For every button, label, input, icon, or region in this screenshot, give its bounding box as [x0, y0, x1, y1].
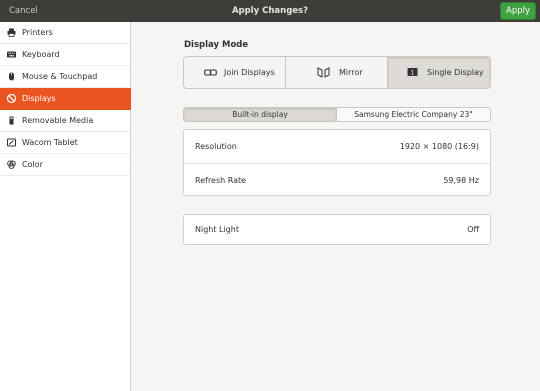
join-displays-icon [204, 69, 217, 76]
mirror-button[interactable]: Mirror [286, 57, 388, 88]
sidebar-item-keyboard[interactable]: Keyboard [0, 44, 131, 66]
mouse-icon [9, 72, 14, 81]
svg-text:1: 1 [411, 69, 415, 76]
header-bar: Cancel Apply Changes? Apply [0, 0, 540, 22]
resolution-row[interactable]: Resolution 1920 × 1080 (16:9) [184, 130, 490, 163]
display-settings-card: Resolution 1920 × 1080 (16:9) Refresh Ra… [183, 129, 491, 196]
sidebar-item-label: Displays [22, 94, 56, 103]
night-light-card: Night Light Off [183, 214, 491, 245]
sidebar-item-displays[interactable]: Displays [0, 88, 131, 110]
refresh-rate-label: Refresh Rate [195, 176, 247, 185]
sidebar-item-label: Wacom Tablet [22, 138, 78, 147]
refresh-rate-row[interactable]: Refresh Rate 59,98 Hz [184, 163, 490, 196]
sidebar-item-label: Printers [22, 28, 53, 37]
night-light-row[interactable]: Night Light Off [184, 215, 490, 244]
removable-media-icon [9, 116, 14, 125]
join-displays-button[interactable]: Join Displays [184, 57, 286, 88]
tablet-icon [7, 138, 16, 147]
mirror-icon [317, 67, 330, 78]
mirror-label: Mirror [339, 68, 363, 77]
tab-built-in-display[interactable]: Built-in display [184, 108, 336, 121]
sidebar: Printers Keyboard Mouse & Touchpad Displ… [0, 22, 131, 391]
night-light-value: Off [467, 225, 479, 234]
single-display-icon: 1 [407, 68, 418, 76]
sidebar-item-printers[interactable]: Printers [0, 22, 131, 44]
sidebar-item-label: Mouse & Touchpad [22, 72, 98, 81]
cancel-button[interactable]: Cancel [9, 6, 38, 16]
sidebar-item-label: Color [22, 160, 43, 169]
single-display-label: Single Display [427, 68, 484, 77]
night-light-label: Night Light [195, 225, 239, 234]
keyboard-icon [7, 51, 16, 58]
dialog-title: Apply Changes? [231, 6, 309, 16]
sidebar-item-label: Keyboard [22, 50, 60, 59]
display-mode-selector: Join Displays Mirror 1 Single Display [183, 56, 491, 89]
resolution-value: 1920 × 1080 (16:9) [399, 142, 479, 151]
display-icon [7, 94, 16, 103]
join-displays-label: Join Displays [224, 68, 275, 77]
single-display-button[interactable]: 1 Single Display [388, 57, 490, 88]
sidebar-item-wacom-tablet[interactable]: Wacom Tablet [0, 132, 131, 154]
sidebar-item-removable-media[interactable]: Removable Media [0, 110, 131, 132]
tab-samsung-display[interactable]: Samsung Electric Company 23" [337, 108, 490, 121]
apply-button[interactable]: Apply [500, 2, 536, 20]
sidebar-item-label: Removable Media [22, 116, 94, 125]
refresh-rate-value: 59,98 Hz [443, 176, 479, 185]
sidebar-item-color[interactable]: Color [0, 154, 131, 176]
printer-icon [7, 28, 16, 37]
color-icon [7, 160, 16, 169]
display-mode-title: Display Mode [184, 40, 249, 50]
sidebar-item-mouse-touchpad[interactable]: Mouse & Touchpad [0, 66, 131, 88]
resolution-label: Resolution [195, 142, 237, 151]
display-tabs: Built-in display Samsung Electric Compan… [183, 107, 491, 122]
